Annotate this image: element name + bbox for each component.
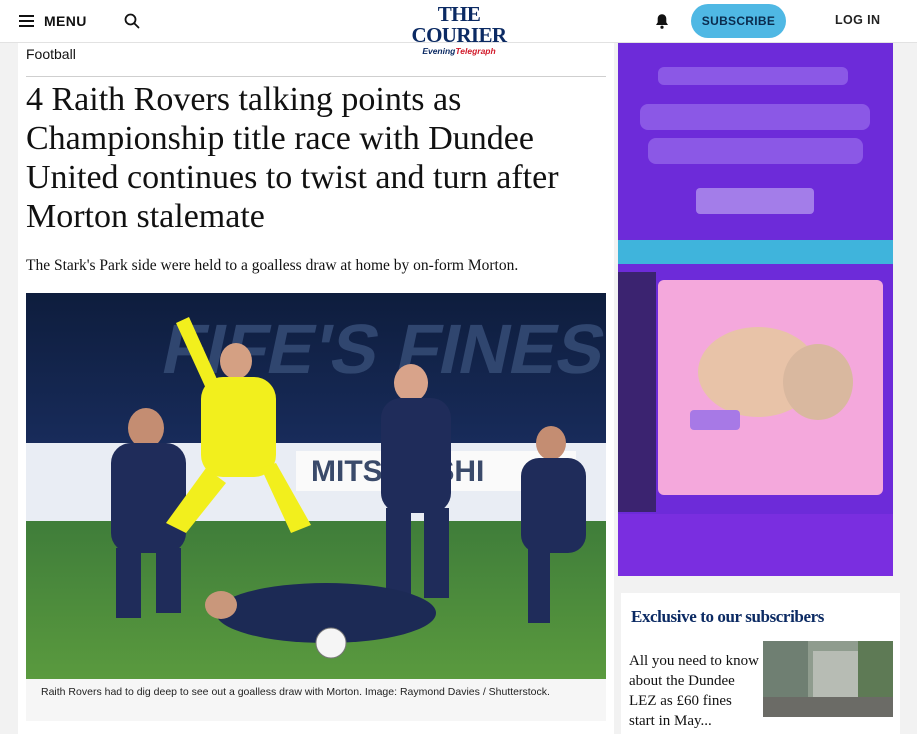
article-hero-image: FIFE'S FINEST MITSUBISHI — [26, 293, 606, 679]
login-button[interactable]: LOG IN — [835, 13, 880, 27]
list-item[interactable]: All you need to know about the Dundee LE… — [629, 641, 894, 734]
story-title[interactable]: All you need to know about the Dundee LE… — [629, 651, 759, 731]
exclusive-panel: Exclusive to our subscribers All you nee… — [621, 593, 900, 734]
site-logo[interactable]: THE COURIER EveningTelegraph — [396, 4, 522, 57]
logo-subtitle: EveningTelegraph — [396, 46, 522, 56]
image-caption: Raith Rovers had to dig deep to see out … — [41, 686, 550, 698]
subscribe-button[interactable]: SUBSCRIBE — [691, 4, 786, 38]
menu-label: MENU — [44, 13, 87, 29]
site-header: MENU THE COURIER EveningTelegraph SUBSCR… — [0, 0, 917, 57]
bell-icon[interactable] — [653, 12, 671, 30]
hamburger-icon — [19, 15, 34, 27]
article-card: Football 4 Raith Rovers talking points a… — [18, 42, 614, 734]
logo-subtitle-a: Evening — [422, 46, 456, 56]
article-category-link[interactable]: Football — [26, 46, 76, 62]
caption-box: Raith Rovers had to dig deep to see out … — [26, 679, 606, 721]
svg-text:FIFE'S FINEST: FIFE'S FINEST — [156, 310, 606, 388]
menu-button[interactable]: MENU — [19, 10, 87, 32]
logo-title: THE COURIER — [411, 2, 508, 47]
search-icon[interactable] — [123, 12, 141, 30]
article-headline: 4 Raith Rovers talking points as Champio… — [26, 81, 559, 235]
article-standfirst: The Stark's Park side were held to a goa… — [26, 257, 519, 274]
logo-subtitle-b: Telegraph — [455, 46, 496, 56]
story-thumbnail[interactable] — [763, 641, 893, 717]
advertisement[interactable] — [618, 42, 893, 576]
exclusive-panel-title: Exclusive to our subscribers — [631, 607, 824, 626]
divider — [26, 76, 606, 77]
